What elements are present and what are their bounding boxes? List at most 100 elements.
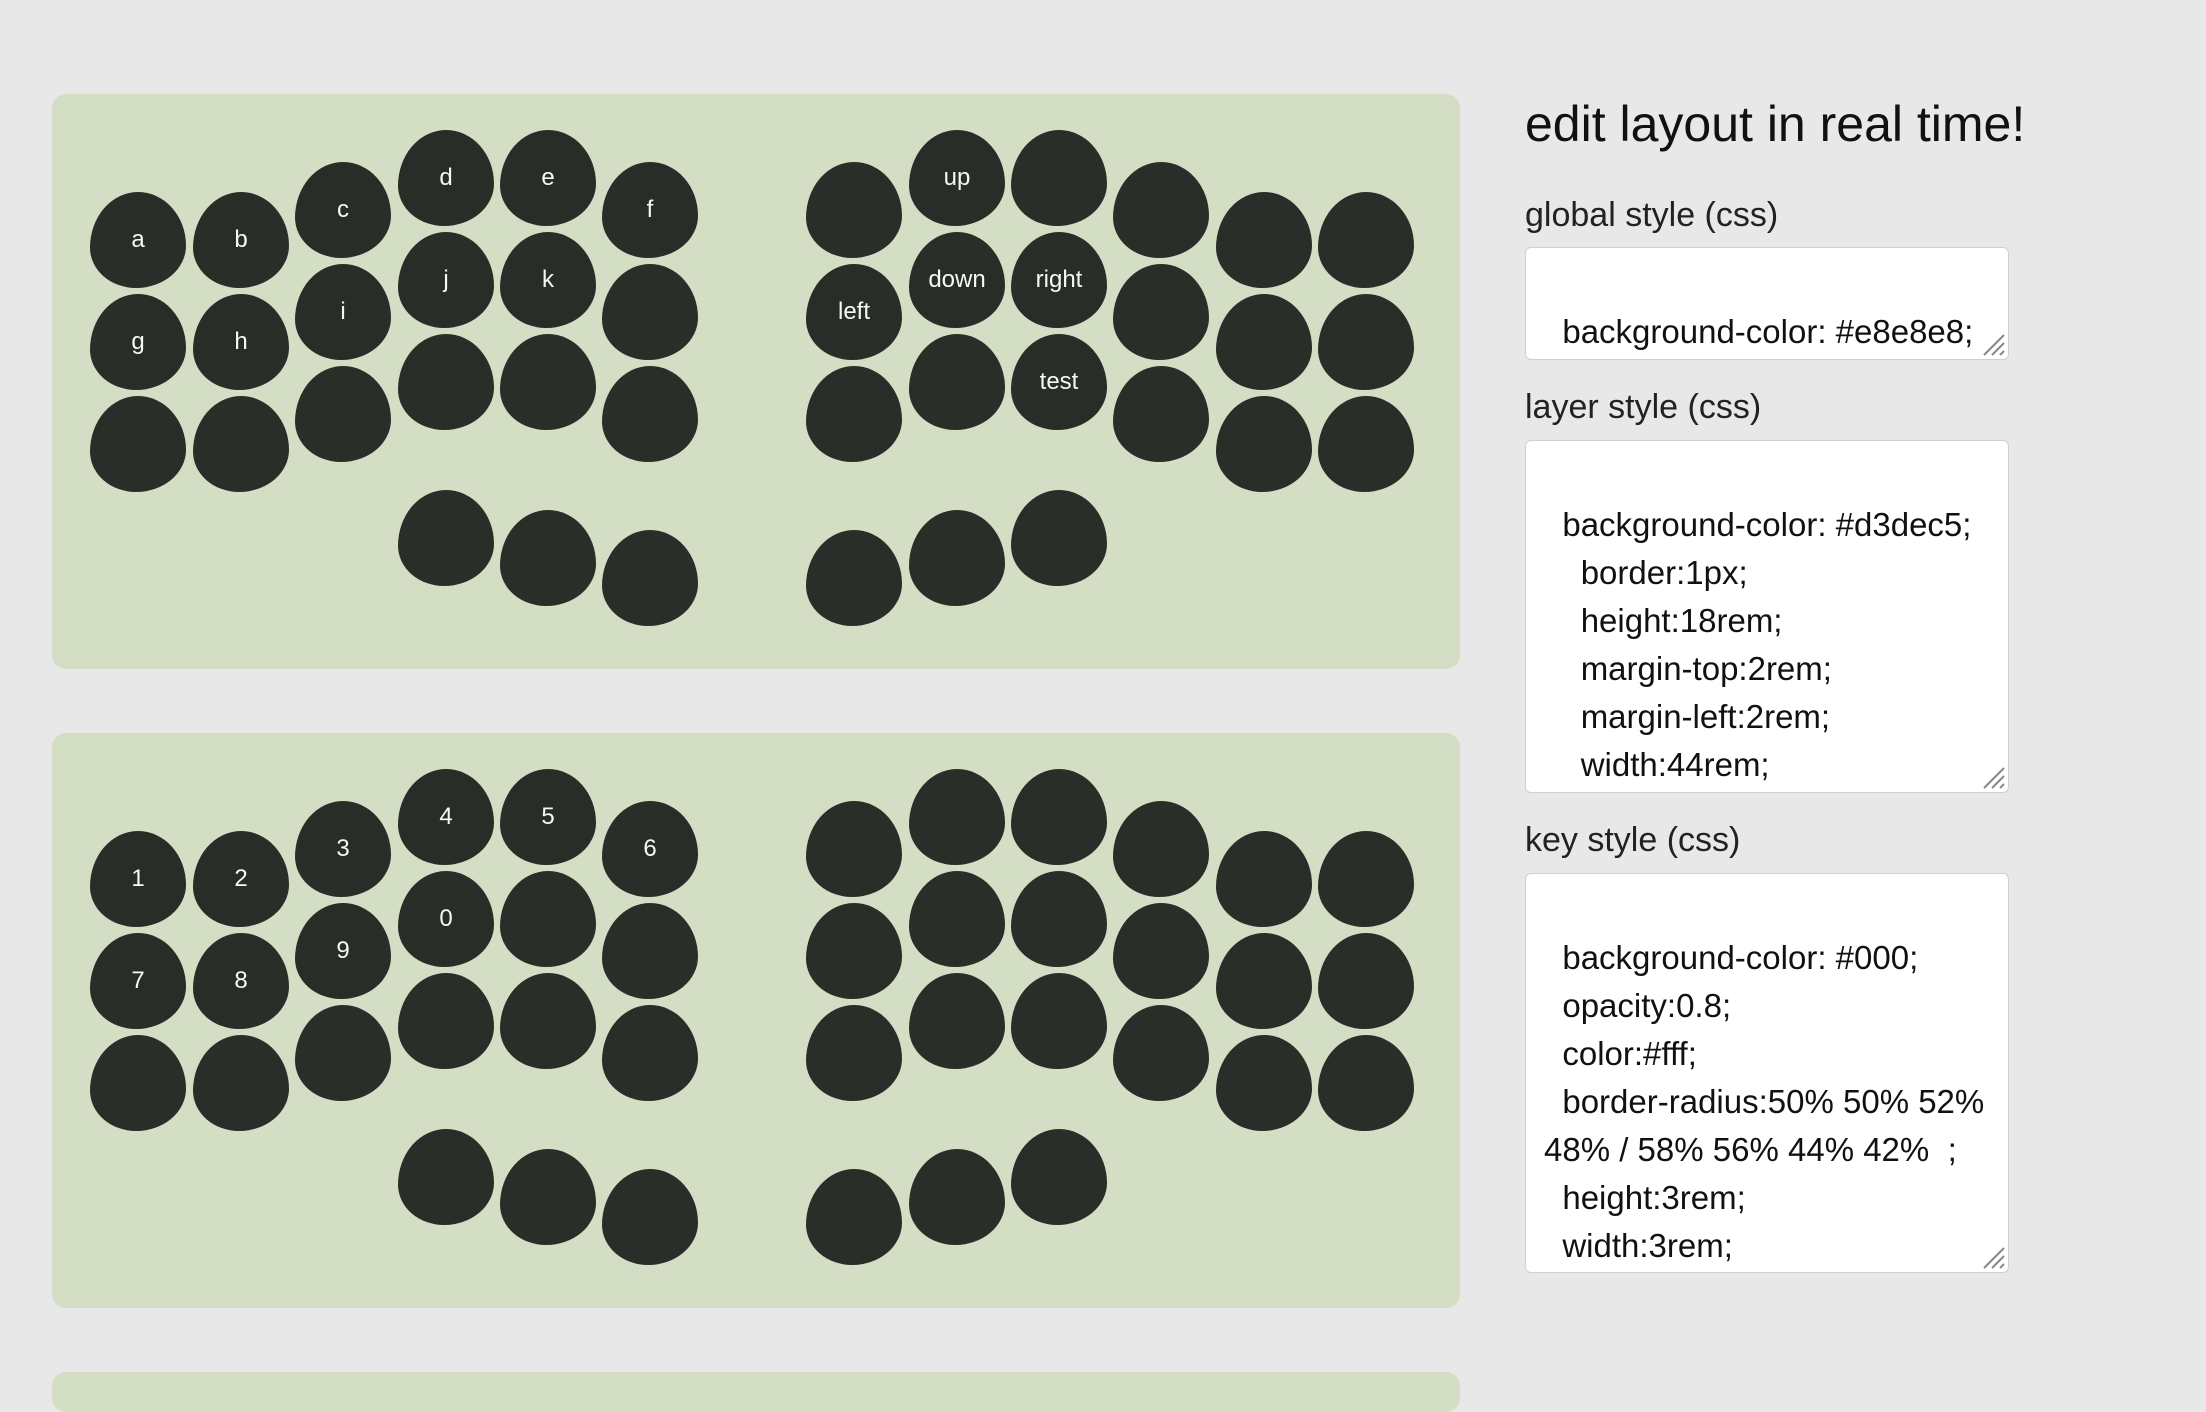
key[interactable] bbox=[1216, 294, 1312, 390]
key[interactable]: left bbox=[806, 264, 902, 360]
key[interactable]: b bbox=[193, 192, 289, 288]
global-style-editor[interactable]: background-color: #e8e8e8; height:300vh; bbox=[1525, 247, 2009, 360]
thumb-key[interactable] bbox=[398, 490, 494, 586]
key[interactable] bbox=[193, 396, 289, 492]
key[interactable] bbox=[909, 871, 1005, 967]
key[interactable] bbox=[1318, 1035, 1414, 1131]
key-label: c bbox=[337, 196, 349, 223]
key[interactable]: 2 bbox=[193, 831, 289, 927]
key[interactable] bbox=[806, 162, 902, 258]
key-label: 3 bbox=[336, 835, 350, 862]
thumb-key[interactable] bbox=[806, 1169, 902, 1265]
key[interactable] bbox=[1113, 162, 1209, 258]
key[interactable] bbox=[193, 1035, 289, 1131]
layer-style-editor[interactable]: background-color: #d3dec5; border:1px; h… bbox=[1525, 440, 2009, 793]
key[interactable]: d bbox=[398, 130, 494, 226]
key[interactable] bbox=[602, 264, 698, 360]
thumb-key[interactable] bbox=[602, 530, 698, 626]
thumb-key[interactable] bbox=[500, 1149, 596, 1245]
key[interactable] bbox=[602, 903, 698, 999]
key[interactable] bbox=[500, 871, 596, 967]
key[interactable]: 7 bbox=[90, 933, 186, 1029]
key[interactable] bbox=[909, 334, 1005, 430]
key[interactable] bbox=[1318, 294, 1414, 390]
key[interactable] bbox=[1113, 1005, 1209, 1101]
key[interactable]: e bbox=[500, 130, 596, 226]
key[interactable] bbox=[1113, 264, 1209, 360]
key[interactable] bbox=[90, 396, 186, 492]
key[interactable]: 9 bbox=[295, 903, 391, 999]
key[interactable] bbox=[1113, 801, 1209, 897]
key[interactable] bbox=[806, 366, 902, 462]
key[interactable] bbox=[806, 1005, 902, 1101]
key[interactable] bbox=[295, 1005, 391, 1101]
key[interactable]: i bbox=[295, 264, 391, 360]
key[interactable] bbox=[1113, 903, 1209, 999]
key[interactable] bbox=[1011, 973, 1107, 1069]
key[interactable] bbox=[1318, 933, 1414, 1029]
resize-handle-icon[interactable] bbox=[1980, 764, 2006, 790]
key[interactable] bbox=[398, 334, 494, 430]
key[interactable] bbox=[1216, 933, 1312, 1029]
key[interactable] bbox=[602, 1005, 698, 1101]
key[interactable] bbox=[1011, 769, 1107, 865]
global-style-text: background-color: #e8e8e8; height:300vh; bbox=[1562, 313, 1974, 350]
thumb-key[interactable] bbox=[806, 530, 902, 626]
key[interactable]: g bbox=[90, 294, 186, 390]
key-style-editor[interactable]: background-color: #000; opacity:0.8; col… bbox=[1525, 873, 2009, 1273]
key[interactable] bbox=[90, 1035, 186, 1131]
key[interactable] bbox=[1318, 396, 1414, 492]
resize-handle-icon[interactable] bbox=[1980, 331, 2006, 357]
key[interactable]: f bbox=[602, 162, 698, 258]
key-label: g bbox=[131, 328, 145, 355]
key[interactable] bbox=[806, 801, 902, 897]
key[interactable]: 0 bbox=[398, 871, 494, 967]
key[interactable] bbox=[806, 903, 902, 999]
key[interactable]: 8 bbox=[193, 933, 289, 1029]
thumb-key[interactable] bbox=[909, 510, 1005, 606]
key-label: 1 bbox=[131, 865, 145, 892]
key[interactable] bbox=[1011, 130, 1107, 226]
key[interactable]: k bbox=[500, 232, 596, 328]
key[interactable]: h bbox=[193, 294, 289, 390]
key[interactable]: 6 bbox=[602, 801, 698, 897]
key-label: i bbox=[340, 298, 346, 325]
key[interactable] bbox=[1113, 366, 1209, 462]
key[interactable]: a bbox=[90, 192, 186, 288]
key[interactable]: j bbox=[398, 232, 494, 328]
key[interactable] bbox=[909, 973, 1005, 1069]
key-label: test bbox=[1039, 368, 1079, 395]
key[interactable] bbox=[1216, 396, 1312, 492]
key[interactable] bbox=[1318, 831, 1414, 927]
thumb-key[interactable] bbox=[602, 1169, 698, 1265]
key[interactable] bbox=[909, 769, 1005, 865]
key[interactable] bbox=[1318, 192, 1414, 288]
key[interactable] bbox=[1216, 192, 1312, 288]
key[interactable]: 1 bbox=[90, 831, 186, 927]
key[interactable]: 4 bbox=[398, 769, 494, 865]
key[interactable]: 5 bbox=[500, 769, 596, 865]
thumb-key[interactable] bbox=[1011, 1129, 1107, 1225]
key[interactable] bbox=[1011, 871, 1107, 967]
key-label: j bbox=[443, 266, 449, 293]
key-label: up bbox=[943, 164, 971, 191]
key[interactable] bbox=[1216, 831, 1312, 927]
key[interactable]: up bbox=[909, 130, 1005, 226]
key[interactable]: test bbox=[1011, 334, 1107, 430]
key-label: 9 bbox=[336, 937, 350, 964]
key[interactable] bbox=[500, 334, 596, 430]
thumb-key[interactable] bbox=[500, 510, 596, 606]
thumb-key[interactable] bbox=[398, 1129, 494, 1225]
thumb-key[interactable] bbox=[909, 1149, 1005, 1245]
key[interactable] bbox=[398, 973, 494, 1069]
thumb-key[interactable] bbox=[1011, 490, 1107, 586]
key[interactable] bbox=[602, 366, 698, 462]
key[interactable] bbox=[500, 973, 596, 1069]
key[interactable]: 3 bbox=[295, 801, 391, 897]
key[interactable]: c bbox=[295, 162, 391, 258]
key[interactable] bbox=[295, 366, 391, 462]
key[interactable] bbox=[1216, 1035, 1312, 1131]
key[interactable]: right bbox=[1011, 232, 1107, 328]
resize-handle-icon[interactable] bbox=[1980, 1244, 2006, 1270]
key[interactable]: down bbox=[909, 232, 1005, 328]
